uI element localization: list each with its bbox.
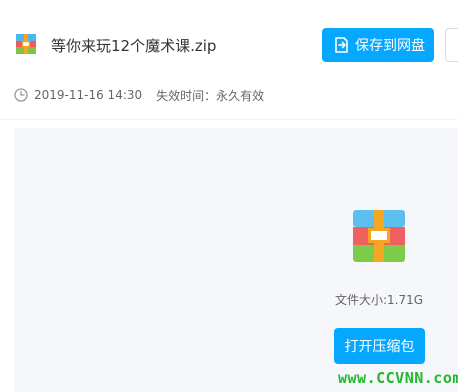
file-size: 文件大小:1.71G [334,293,424,307]
watermark-text: www.CCVNN.com [338,369,458,387]
file-meta: 2019-11-16 14:30 失效时间：永久有效 [14,86,264,104]
zip-archive-icon [353,210,405,262]
secondary-button[interactable] [445,28,458,62]
expiry-text: 失效时间：永久有效 [156,88,265,103]
clock-icon [14,88,28,102]
zip-file-icon [16,34,36,54]
open-archive-button[interactable]: 打开压缩包 [334,328,425,364]
save-to-drive-label: 保存到网盘 [355,38,425,54]
divider [0,119,458,120]
save-to-drive-button[interactable]: 保存到网盘 [322,28,434,62]
file-header: 等你来玩12个魔术课.zip 保存到网盘 2019-11-16 14:30 失效… [0,0,458,128]
save-to-drive-icon [331,35,351,55]
file-name: 等你来玩12个魔术课.zip [51,37,217,55]
share-date: 2019-11-16 14:30 [34,88,143,102]
zip-preview-panel: 文件大小:1.71G 打开压缩包 [14,128,458,392]
